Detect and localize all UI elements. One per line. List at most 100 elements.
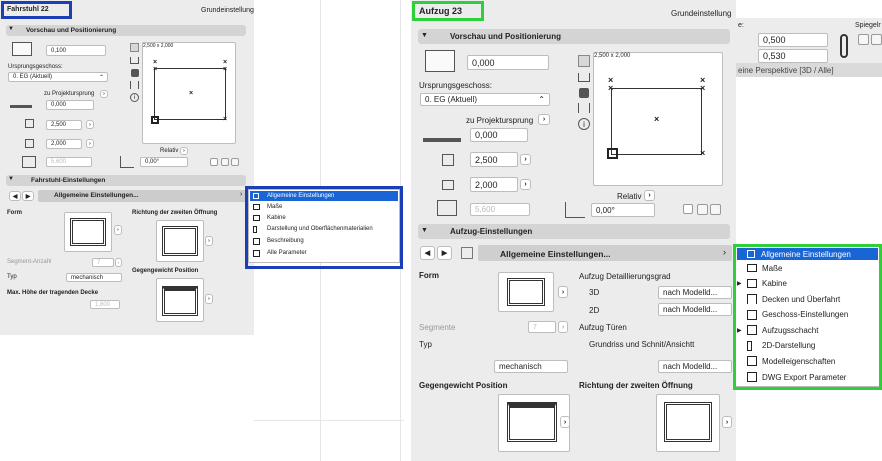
mirror-x-button[interactable] [858, 34, 869, 45]
detail-3d-select[interactable]: nach Modelld... [658, 286, 732, 299]
counterweight-arrow[interactable]: › [205, 294, 213, 304]
type-select[interactable]: mechanisch [494, 360, 568, 373]
defaults-label[interactable]: Grundeinstellung [201, 7, 254, 14]
mirror-y-button[interactable] [710, 204, 721, 215]
background-value-a[interactable]: 0,500 [758, 33, 828, 47]
settings-section-header[interactable]: Fahrstuhl-Einstellungen [6, 175, 246, 186]
mirror-x-button[interactable] [221, 158, 229, 166]
3d-view-icon[interactable] [579, 88, 589, 98]
preview-section-header[interactable]: Vorschau und Positionierung [418, 29, 730, 44]
menu-item-alle[interactable]: Alle Parameter [250, 247, 398, 259]
second-opening-arrow[interactable]: › [722, 416, 732, 428]
mirror-x-button[interactable] [697, 204, 708, 215]
max-height-input[interactable]: 1,800 [90, 300, 120, 309]
menu-item-schacht[interactable]: ▶ Aufzugsschacht [737, 322, 878, 338]
project-origin-arrow[interactable]: › [538, 114, 550, 125]
plan-view-icon[interactable] [578, 55, 590, 67]
top-elevation-input[interactable]: 0,100 [46, 45, 106, 56]
relative-arrow[interactable]: › [644, 190, 655, 201]
type-label: Typ [419, 340, 432, 349]
relative-arrow[interactable]: › [180, 147, 188, 155]
top-elevation-input[interactable]: 0,000 [467, 55, 549, 70]
collapse-triangle-icon[interactable]: ▼ [421, 32, 428, 39]
counterweight-arrow[interactable]: › [560, 416, 570, 428]
prev-page-button[interactable]: ◀ [420, 246, 435, 260]
menu-item-beschreibung[interactable]: Beschreibung [250, 235, 398, 247]
segment-arrow[interactable]: › [115, 258, 122, 267]
second-opening-arrow[interactable]: › [205, 236, 213, 246]
origin-floor-select[interactable]: 0. EG (Aktuell) ⌃ [420, 93, 550, 106]
anchor-point-icon[interactable] [607, 148, 618, 159]
next-page-button[interactable]: ▶ [437, 246, 452, 260]
chevron-right-icon: › [240, 191, 243, 198]
menu-item-allgemeine[interactable]: Allgemeine Einstellungen [737, 248, 878, 260]
cabin-icon [747, 279, 757, 288]
checkbox[interactable] [210, 158, 218, 166]
elevation-view-icon[interactable] [130, 81, 139, 89]
detail-2d-select[interactable]: nach Modelld... [658, 303, 732, 316]
project-origin-arrow[interactable]: › [100, 90, 108, 98]
menu-item-masse[interactable]: Maße [737, 260, 878, 276]
plan-view-icon[interactable] [130, 43, 139, 52]
chevron-updown-icon: ⌃ [538, 95, 545, 104]
menu-item-darstellung[interactable]: Darstellung und Oberflächenmaterialien [250, 223, 398, 235]
width-arrow[interactable]: › [86, 120, 94, 129]
3d-view-icon[interactable] [131, 69, 139, 77]
segment-input[interactable]: 7 [92, 258, 114, 267]
form-arrow[interactable]: › [114, 225, 122, 235]
segment-arrow[interactable]: › [558, 321, 568, 333]
width-input[interactable]: 2,500 [46, 120, 82, 130]
form-arrow[interactable]: › [558, 286, 568, 298]
section-view-icon[interactable] [578, 73, 590, 82]
background-value-b[interactable]: 0,530 [758, 49, 828, 63]
menu-item-masse[interactable]: Maße [250, 201, 398, 212]
preview-section-header[interactable]: Vorschau und Positionierung [6, 25, 246, 36]
doors-select[interactable]: nach Modelld... [658, 360, 732, 373]
type-select[interactable]: mechanisch [66, 273, 122, 282]
depth-input[interactable]: 2,000 [46, 139, 82, 149]
menu-item-allgemeine[interactable]: Allgemeine Einstellungen [250, 191, 398, 201]
cabin-icon [253, 214, 260, 221]
menu-item-decken[interactable]: Decken und Überfahrt [737, 291, 878, 307]
collapse-triangle-icon[interactable]: ▼ [421, 227, 428, 234]
angle-input[interactable]: 0,00° [591, 203, 655, 217]
menu-item-kabine[interactable]: Kabine [250, 212, 398, 223]
mirror-y-button[interactable] [871, 34, 882, 45]
height-input[interactable]: 5,600 [46, 157, 92, 167]
collapse-triangle-icon[interactable]: ▼ [8, 26, 14, 32]
menu-item-2d[interactable]: 2D-Darstellung [737, 338, 878, 353]
project-origin-input[interactable]: 0,000 [46, 100, 94, 110]
plan-dimension: 2,500 x 2,000 [594, 53, 631, 59]
segment-label: Segmente [419, 323, 456, 332]
height-input[interactable]: 5,600 [470, 203, 530, 216]
info-icon[interactable]: i [578, 118, 590, 130]
prev-page-button[interactable]: ◀ [9, 191, 21, 201]
settings-section-header[interactable]: Aufzug-Einstellungen [418, 224, 730, 239]
menu-item-geschoss[interactable]: Geschoss-Einstellungen [737, 307, 878, 322]
anchor-point-icon[interactable] [151, 116, 159, 124]
3d-box-icon [12, 42, 32, 56]
menu-item-dwg[interactable]: DWG Export Parameter [737, 369, 878, 385]
width-input[interactable]: 2,500 [470, 152, 518, 167]
mirror-y-button[interactable] [231, 158, 239, 166]
elevation-view-icon[interactable] [578, 103, 590, 113]
origin-floor-select[interactable]: 0. EG (Aktuell) ⌃ [8, 72, 108, 82]
favorites-icon[interactable] [461, 247, 473, 259]
defaults-label[interactable]: Grundeinstellung [671, 9, 731, 18]
project-origin-input[interactable]: 0,000 [470, 128, 528, 142]
menu-item-kabine[interactable]: ▶ Kabine [737, 276, 878, 291]
link-icon[interactable] [840, 34, 848, 58]
segment-input[interactable]: 7 [528, 321, 556, 333]
detail-3d-value: nach Modelld... [663, 288, 718, 297]
depth-input[interactable]: 2,000 [470, 177, 518, 192]
angle-input[interactable]: 0,00° [140, 157, 188, 167]
section-view-icon[interactable] [130, 57, 139, 64]
menu-item-modelleigenschaften[interactable]: Modelleigenschaften [737, 353, 878, 369]
collapse-triangle-icon[interactable]: ▼ [8, 176, 14, 182]
width-arrow[interactable]: › [520, 154, 531, 165]
info-icon[interactable]: i [130, 93, 139, 102]
depth-arrow[interactable]: › [520, 179, 531, 190]
checkbox[interactable] [683, 204, 693, 214]
depth-arrow[interactable]: › [86, 139, 94, 148]
next-page-button[interactable]: ▶ [22, 191, 34, 201]
